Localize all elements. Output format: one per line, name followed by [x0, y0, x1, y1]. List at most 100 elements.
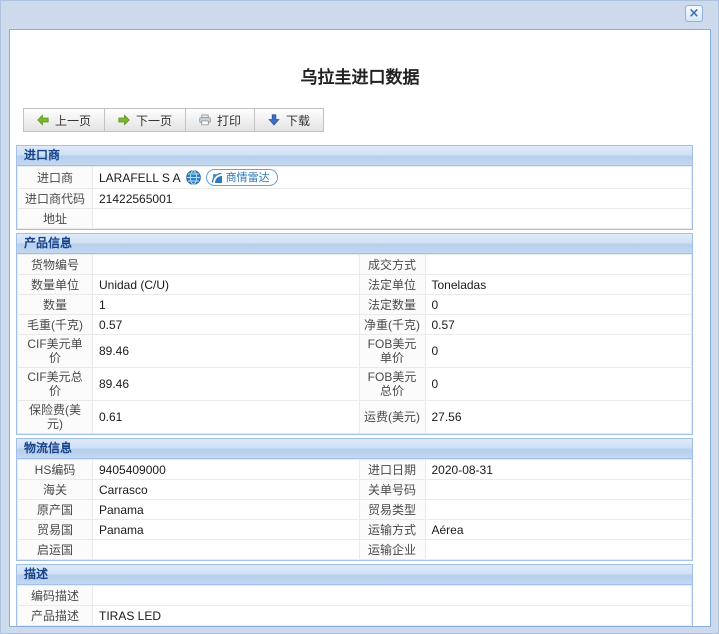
field-value: [93, 255, 360, 275]
blue-arrow-down-icon: [268, 114, 280, 126]
table-row: 启运国 运输企业: [18, 540, 692, 560]
field-label: 毛重(千克): [18, 315, 93, 335]
table-row: 原产国Panama贸易类型: [18, 500, 692, 520]
page-title: 乌拉圭进口数据: [10, 63, 710, 88]
field-label: 数量: [18, 295, 93, 315]
green-arrow-left-icon: [37, 114, 49, 126]
field-value: [425, 540, 692, 560]
field-value: Toneladas: [425, 275, 692, 295]
field-label: CIF美元总价: [18, 368, 93, 401]
field-value: [93, 540, 360, 560]
field-value: [425, 480, 692, 500]
field-label: HS编码: [18, 460, 93, 480]
radar-icon: [211, 172, 223, 184]
prev-page-button[interactable]: 上一页: [23, 108, 105, 132]
field-value: 0: [425, 368, 692, 401]
section-header-description: 描述: [17, 565, 692, 585]
field-label: 进口商代码: [18, 189, 93, 209]
description-table: 编码描述产品描述TIRAS LED: [17, 585, 692, 626]
field-value: 0.57: [93, 315, 360, 335]
close-icon: ×: [689, 6, 700, 21]
field-label: 运输方式: [359, 520, 425, 540]
content-panel: 乌拉圭进口数据 上一页 下一页 打印 下载 进口商 进口商 LARAFELL S A商情…: [9, 29, 711, 627]
toolbar: 上一页 下一页 打印 下载: [23, 108, 710, 132]
field-label: 货物编号: [18, 255, 93, 275]
field-value: 0: [425, 295, 692, 315]
field-label: 运输企业: [359, 540, 425, 560]
importer-table: 进口商LARAFELL S A商情雷达进口商代码21422565001地址: [17, 166, 692, 229]
field-value: 0.57: [425, 315, 692, 335]
field-label: 法定单位: [359, 275, 425, 295]
field-label: 产品描述: [18, 606, 93, 626]
field-value: 1: [93, 295, 360, 315]
field-value: 89.46: [93, 368, 360, 401]
field-label: 贸易国: [18, 520, 93, 540]
section-logistics-info: 物流信息 HS编码9405409000进口日期2020-08-31海关Carra…: [16, 438, 693, 561]
field-label: FOB美元总价: [359, 368, 425, 401]
prev-page-button-label: 上一页: [55, 112, 91, 129]
field-value: Unidad (C/U): [93, 275, 360, 295]
download-button[interactable]: 下载: [254, 108, 324, 132]
field-label: FOB美元单价: [359, 335, 425, 368]
field-value: Panama: [93, 500, 360, 520]
field-value: LARAFELL S A商情雷达: [93, 167, 692, 189]
table-row: 保险费(美元)0.61运费(美元)27.56: [18, 401, 692, 434]
print-button[interactable]: 打印: [185, 108, 255, 132]
field-label: 地址: [18, 209, 93, 229]
business-radar-badge-label: 商情雷达: [226, 171, 270, 185]
field-label: 原产国: [18, 500, 93, 520]
next-page-button-label: 下一页: [136, 112, 172, 129]
field-value: 89.46: [93, 335, 360, 368]
field-value: [93, 586, 692, 606]
section-importer: 进口商 进口商LARAFELL S A商情雷达进口商代码21422565001地…: [16, 145, 693, 230]
field-value: TIRAS LED: [93, 606, 692, 626]
table-row: 毛重(千克)0.57净重(千克)0.57: [18, 315, 692, 335]
close-button[interactable]: ×: [685, 5, 703, 22]
field-label: 法定数量: [359, 295, 425, 315]
printer-icon: [199, 114, 211, 126]
field-label: 进口商: [18, 167, 93, 189]
table-row: CIF美元总价89.46FOB美元总价0: [18, 368, 692, 401]
table-row: 数量单位Unidad (C/U)法定单位Toneladas: [18, 275, 692, 295]
table-row: 货物编号 成交方式: [18, 255, 692, 275]
field-label: 关单号码: [359, 480, 425, 500]
field-label: 净重(千克): [359, 315, 425, 335]
dialog-titlebar: ×: [1, 1, 718, 29]
table-row: 进口商 LARAFELL S A商情雷达: [18, 167, 692, 189]
field-value: Panama: [93, 520, 360, 540]
field-label: 运费(美元): [359, 401, 425, 434]
field-label: 进口日期: [359, 460, 425, 480]
globe-icon[interactable]: [186, 170, 201, 185]
field-value: 27.56: [425, 401, 692, 434]
product-info-table: 货物编号成交方式数量单位Unidad (C/U)法定单位Toneladas数量1…: [17, 254, 692, 434]
table-row: 进口商代码21422565001: [18, 189, 692, 209]
field-value: 9405409000: [93, 460, 360, 480]
field-value: 0.61: [93, 401, 360, 434]
field-value: Carrasco: [93, 480, 360, 500]
field-label: 数量单位: [18, 275, 93, 295]
logistics-info-table: HS编码9405409000进口日期2020-08-31海关Carrasco关单…: [17, 459, 692, 560]
field-value: 21422565001: [93, 189, 692, 209]
business-radar-badge[interactable]: 商情雷达: [206, 169, 278, 186]
field-label: 启运国: [18, 540, 93, 560]
field-label: 保险费(美元): [18, 401, 93, 434]
section-product-info: 产品信息 货物编号成交方式数量单位Unidad (C/U)法定单位Tonelad…: [16, 233, 693, 435]
table-row: 数量1法定数量0: [18, 295, 692, 315]
field-value: 0: [425, 335, 692, 368]
dialog-window: × 乌拉圭进口数据 上一页 下一页 打印 下载 进口商 进口商 LARAFELL S A…: [0, 0, 719, 634]
section-header-importer: 进口商: [17, 146, 692, 166]
next-page-button[interactable]: 下一页: [104, 108, 186, 132]
green-arrow-right-icon: [118, 114, 130, 126]
field-value: [425, 500, 692, 520]
field-label: 成交方式: [359, 255, 425, 275]
field-value: 2020-08-31: [425, 460, 692, 480]
field-value: [425, 255, 692, 275]
table-row: 海关Carrasco关单号码: [18, 480, 692, 500]
table-row: HS编码9405409000进口日期2020-08-31: [18, 460, 692, 480]
field-value: [93, 209, 692, 229]
field-value-content: LARAFELL S A商情雷达: [99, 169, 685, 186]
download-button-label: 下载: [286, 112, 310, 129]
section-header-logistics-info: 物流信息: [17, 439, 692, 459]
field-label: CIF美元单价: [18, 335, 93, 368]
print-button-label: 打印: [217, 112, 241, 129]
